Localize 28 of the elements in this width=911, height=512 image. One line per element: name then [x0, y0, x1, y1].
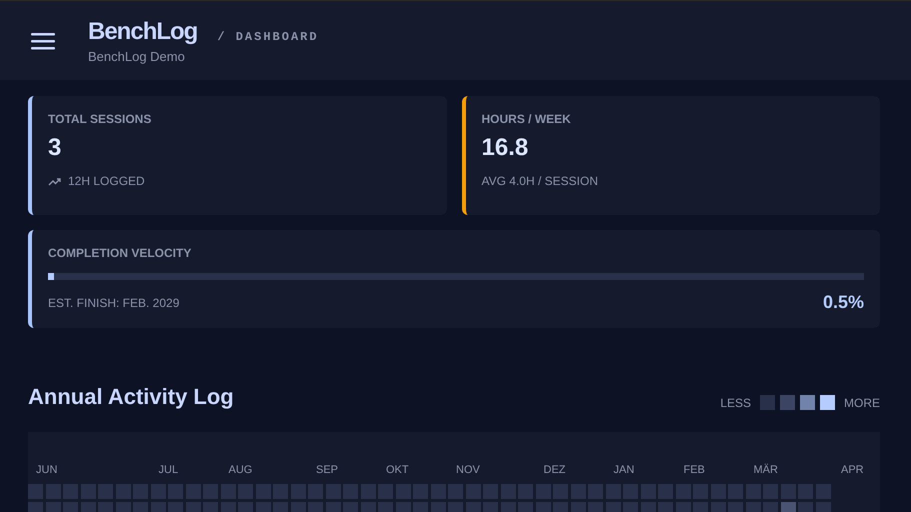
month-label: SEP	[315, 464, 340, 478]
app-title: BenchLog	[88, 18, 198, 46]
section-title: Annual Activity Log	[28, 384, 234, 410]
stat-note: 12H LOGGED	[68, 174, 145, 188]
trend-up-icon	[48, 176, 62, 186]
stat-label: HOURS / WEEK	[482, 112, 572, 126]
month-label: MÄR	[752, 464, 779, 478]
month-label: DEZ	[542, 464, 566, 478]
menu-icon[interactable]	[31, 32, 55, 50]
month-label: JUL	[158, 464, 180, 478]
stat-label: TOTAL SESSIONS	[48, 112, 152, 126]
month-label: AUG	[228, 464, 254, 478]
month-label: JUN	[35, 464, 58, 478]
legend-label: LESS	[720, 396, 751, 410]
breadcrumb: / DASHBOARD	[217, 30, 319, 44]
velocity-percent: 0.5%	[822, 292, 864, 313]
app-subtitle: BenchLog Demo	[88, 48, 186, 64]
month-label: FEB	[682, 464, 706, 478]
stat-value: 3	[48, 134, 62, 162]
month-label: JAN	[612, 464, 636, 478]
finish-estimate: EST. FINISH: FEB. 2029	[48, 296, 180, 310]
month-label: OKT	[385, 464, 410, 478]
month-label: NOV	[455, 464, 481, 478]
stat-value: 16.8	[482, 134, 530, 162]
velocity-label: COMPLETION VELOCITY	[48, 246, 192, 260]
stat-note: AVG 4.0H / SESSION	[482, 174, 598, 188]
month-label: APR	[840, 464, 864, 478]
legend-label: MORE	[844, 396, 880, 410]
